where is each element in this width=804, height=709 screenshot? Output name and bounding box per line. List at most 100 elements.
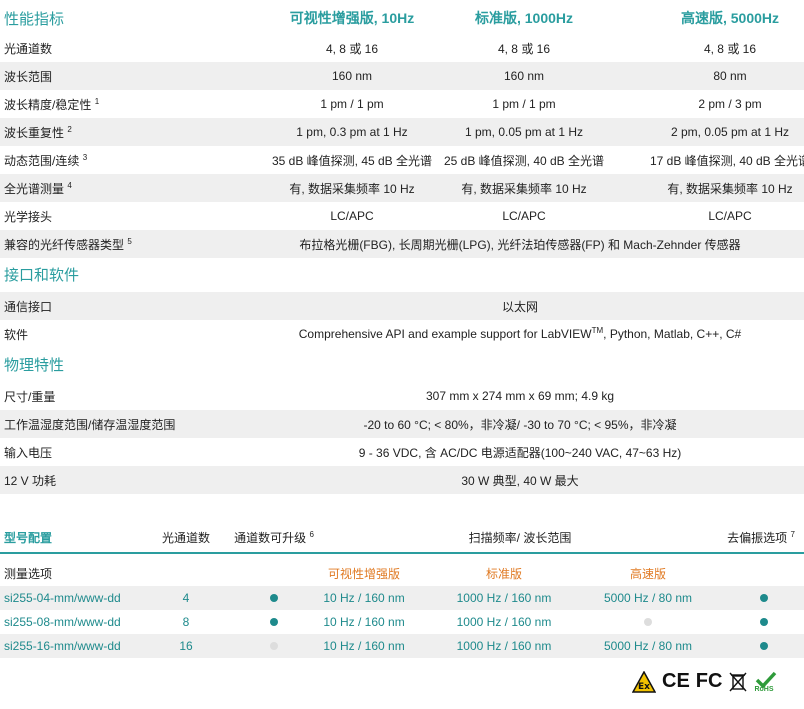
enhanced-spec: 10 Hz / 160 nm: [323, 639, 405, 653]
column-header-highspeed: 高速版, 5000Hz: [680, 10, 780, 26]
performance-row: 波长重复性 21 pm, 0.3 pm at 1 Hz 1 pm, 0.05 pm…: [0, 118, 804, 146]
performance-row: 光学接头 LC/APC LC/APC LC/APC: [0, 202, 804, 230]
performance-value: 17 dB 峰值探测, 40 dB 全光谱: [649, 153, 804, 168]
physical-value: 30 W 典型, 40 W 最大: [461, 473, 579, 488]
software-row: 软件 Comprehensive API and example support…: [0, 320, 804, 348]
physical-header: 物理特性: [0, 350, 804, 378]
software-label: 软件: [4, 327, 29, 342]
performance-value: LC/APC: [708, 209, 752, 223]
performance-value: LC/APC: [502, 209, 546, 223]
performance-row: 动态范围/连续 3 35 dB 峰值探测, 45 dB 全光谱 25 dB 峰值探测…: [0, 146, 804, 174]
row-label: 工作温湿度范围/储存温湿度范围: [4, 417, 176, 432]
models-title: 型号配置: [4, 530, 53, 545]
performance-value: 1 pm, 0.05 pm at 1 Hz: [464, 125, 584, 139]
sensor-types-value: 布拉格光栅(FBG), 长周期光栅(LPG), 光纤法珀传感器(FP) 和 Ma…: [299, 237, 741, 252]
section-title-performance: 性能指标: [4, 10, 65, 28]
row-label: 全光谱测量 4: [4, 180, 72, 196]
performance-value: 2 pm / 3 pm: [698, 97, 762, 111]
performance-row: 光通道数 4, 8 或 16 4, 8 或 16 4, 8 或 16: [0, 34, 804, 62]
model-channels: 16: [179, 639, 193, 653]
performance-value: 有, 数据采集频率 10 Hz: [461, 181, 587, 196]
row-label: 光学接头: [4, 209, 53, 224]
certifications: Ex CE FC RoHS: [632, 670, 778, 693]
rohs-mark: RoHS: [754, 671, 778, 693]
highspeed-spec: 5000 Hz / 80 nm: [603, 591, 693, 605]
ex-icon: Ex: [632, 670, 656, 693]
options-row: 测量选项 可视性增强版 标准版 高速版: [0, 560, 804, 586]
performance-value: 25 dB 峰值探测, 40 dB 全光谱: [443, 153, 605, 168]
section-title-physical: 物理特性: [4, 356, 65, 374]
models-header: 型号配置 光通道数 通道数可升级 6 扫描频率/ 波长范围 去偏振选项 7: [0, 524, 804, 550]
highspeed-spec: [588, 615, 708, 629]
depol-indicator: [716, 591, 804, 605]
comm-value: 以太网: [501, 299, 538, 314]
physical-row: 12 V 功耗 30 W 典型, 40 W 最大: [0, 466, 804, 494]
model-channels: 4: [182, 591, 190, 605]
physical-row: 输入电压 9 - 36 VDC, 含 AC/DC 电源适配器(100~240 VA…: [0, 438, 804, 466]
model-channels: 8: [182, 615, 190, 629]
performance-value: 160 nm: [503, 69, 545, 83]
head-scan: 扫描频率/ 波长范围: [468, 530, 572, 545]
model-number: si255-08-mm/www-dd: [4, 615, 121, 629]
head-upgrade: 通道数可升级 6: [234, 529, 314, 545]
row-label: 波长精度/稳定性 1: [4, 96, 100, 112]
rohs-label: RoHS: [754, 685, 774, 693]
enhanced-spec: 10 Hz / 160 nm: [323, 591, 405, 605]
interface-header: 接口和软件: [0, 260, 804, 288]
row-label: 兼容的光纤传感器类型 5: [4, 236, 132, 252]
row-label: 输入电压: [4, 445, 53, 460]
depol-indicator: [716, 639, 804, 653]
physical-row: 工作温湿度范围/储存温湿度范围 -20 to 60 °C; < 80%，非冷凝/ …: [0, 410, 804, 438]
performance-value: 4, 8 或 16: [703, 41, 757, 56]
performance-value: 有, 数据采集频率 10 Hz: [667, 181, 793, 196]
performance-value: 1 pm / 1 pm: [492, 97, 556, 111]
physical-value: 307 mm x 274 mm x 69 mm; 4.9 kg: [425, 389, 615, 403]
model-number: si255-16-mm/www-dd: [4, 639, 121, 653]
models-divider: [0, 552, 804, 554]
enhanced-spec: 10 Hz / 160 nm: [323, 615, 405, 629]
standard-spec: 1000 Hz / 160 nm: [456, 639, 552, 653]
model-row: si255-04-mm/www-dd 4 10 Hz / 160 nm 1000 Hz…: [0, 586, 804, 610]
comm-label: 通信接口: [4, 299, 53, 314]
option-highspeed: 高速版: [629, 566, 666, 581]
available-dot-icon: [270, 618, 278, 626]
software-value: Comprehensive API and example support fo…: [298, 326, 742, 342]
depol-indicator: [716, 615, 804, 629]
svg-text:Ex: Ex: [638, 682, 650, 692]
performance-row: 波长范围 160 nm 160 nm 80 nm: [0, 62, 804, 90]
performance-value: 2 pm, 0.05 pm at 1 Hz: [670, 125, 790, 139]
performance-row: 波长精度/稳定性 11 pm / 1 pm 1 pm / 1 pm 2 pm / 3…: [0, 90, 804, 118]
row-label: 12 V 功耗: [4, 473, 57, 488]
head-depol: 去偏振选项 7: [727, 529, 795, 545]
available-dot-icon: [760, 642, 768, 650]
section-title-interface: 接口和软件: [4, 266, 80, 284]
sensor-types-row: 兼容的光纤传感器类型 5 布拉格光栅(FBG), 长周期光栅(LPG), 光纤法…: [0, 230, 804, 258]
performance-header: 性能指标 可视性增强版, 10Hz 标准版, 1000Hz 高速版, 5000H…: [0, 4, 804, 32]
highspeed-spec: 5000 Hz / 80 nm: [603, 639, 693, 653]
fc-mark-icon: FC: [695, 670, 723, 692]
available-dot-icon: [270, 594, 278, 602]
model-row: si255-08-mm/www-dd 8 10 Hz / 160 nm 1000 Hz…: [0, 610, 804, 634]
available-dot-icon: [760, 594, 768, 602]
row-label: 波长重复性 2: [4, 124, 72, 140]
row-label: 尺寸/重量: [4, 389, 56, 404]
unavailable-dot-icon: [270, 642, 278, 650]
physical-value: -20 to 60 °C; < 80%，非冷凝/ -30 to 70 °C; <…: [363, 417, 677, 432]
standard-spec: 1000 Hz / 160 nm: [456, 591, 552, 605]
option-label: 测量选项: [4, 566, 53, 581]
model-row: si255-16-mm/www-dd 16 10 Hz / 160 nm 1000 H…: [0, 634, 804, 658]
row-label: 光通道数: [4, 41, 53, 56]
physical-row: 尺寸/重量 307 mm x 274 mm x 69 mm; 4.9 kg: [0, 382, 804, 410]
row-label: 波长范围: [4, 69, 53, 84]
row-label: 动态范围/连续 3: [4, 152, 88, 168]
comm-row: 通信接口 以太网: [0, 292, 804, 320]
physical-value: 9 - 36 VDC, 含 AC/DC 电源适配器(100~240 VAC, 4…: [358, 445, 682, 460]
ce-mark-icon: CE: [662, 670, 690, 692]
performance-value: 4, 8 或 16: [497, 41, 551, 56]
weee-bin-icon: [729, 672, 747, 691]
column-header-standard: 标准版, 1000Hz: [474, 10, 574, 26]
model-number: si255-04-mm/www-dd: [4, 591, 121, 605]
option-standard: 标准版: [485, 566, 522, 581]
option-enhanced: 可视性增强版: [327, 566, 400, 581]
performance-value: 80 nm: [713, 69, 747, 83]
